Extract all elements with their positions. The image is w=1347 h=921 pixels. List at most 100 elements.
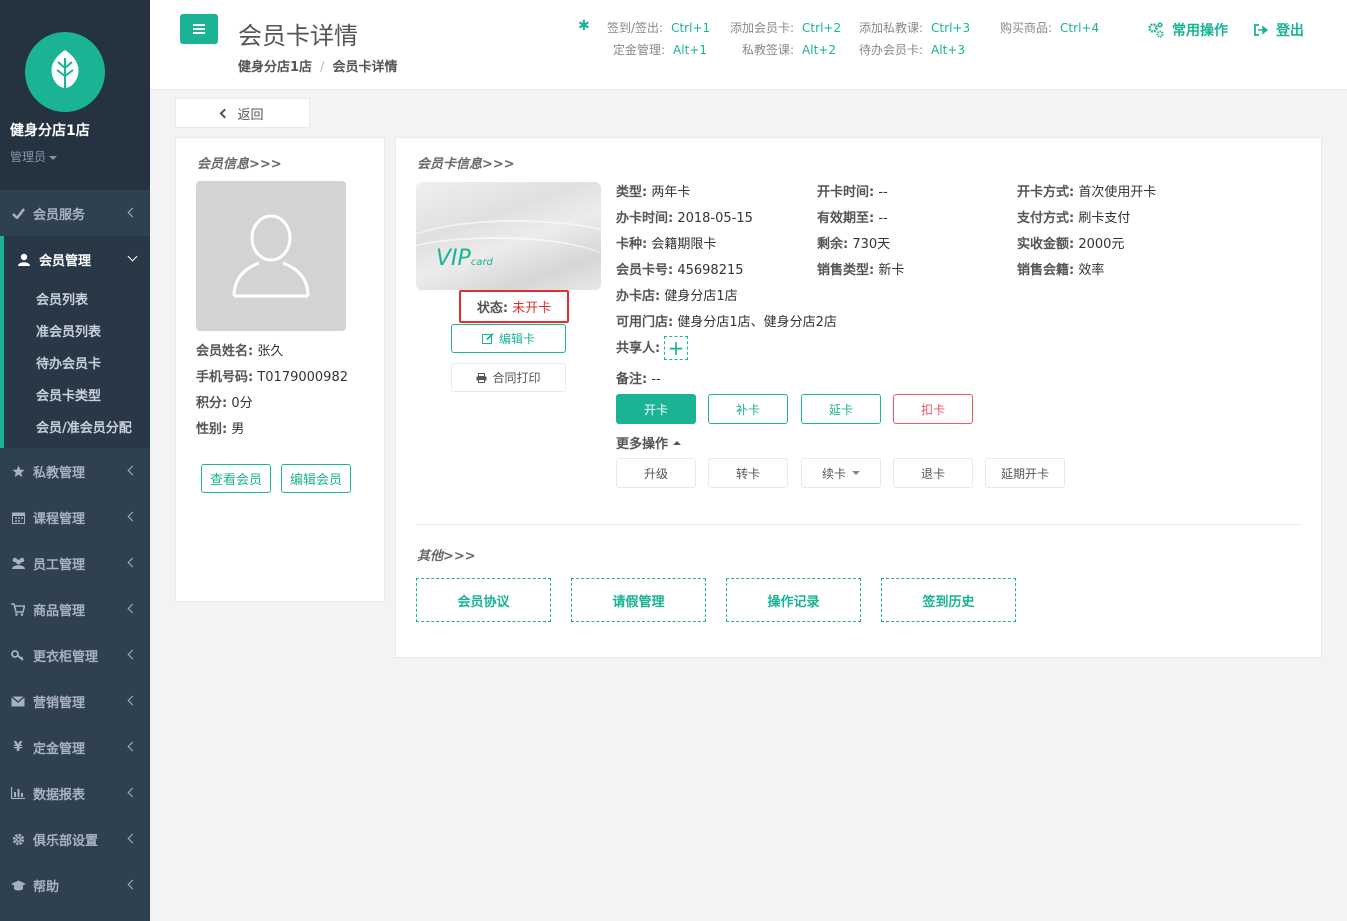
field-issue-time: 办卡时间: 2018-05-15	[616, 211, 753, 226]
status-label: 状态:	[476, 301, 509, 316]
asterisk-icon: ✱	[578, 18, 590, 34]
nav-label: 定金管理	[33, 741, 86, 757]
user-icon	[16, 253, 32, 266]
caret-down-icon	[49, 155, 58, 160]
caret-down-icon	[852, 471, 860, 475]
role-dropdown[interactable]: 管理员	[10, 148, 58, 165]
operation-log-button[interactable]: 操作记录	[726, 578, 861, 622]
refund-card-button[interactable]: 退卡	[893, 458, 973, 488]
edit-icon	[481, 333, 494, 344]
common-ops-button[interactable]: 常用操作	[1148, 20, 1228, 40]
add-sharer-button[interactable]: +	[664, 336, 688, 360]
sub-card-types[interactable]: 会员卡类型	[4, 378, 150, 410]
chevron-left-icon	[127, 787, 138, 798]
open-card-button[interactable]: 开卡	[616, 394, 696, 424]
user-placeholder-icon	[232, 214, 310, 298]
chevron-left-icon	[220, 108, 230, 118]
nav-label: 数据报表	[33, 787, 86, 803]
chevron-left-icon	[127, 557, 138, 568]
section-divider	[416, 524, 1300, 525]
nav-club-settings[interactable]: 俱乐部设置	[0, 816, 150, 862]
chevron-down-icon	[127, 251, 138, 262]
renew-card-label: 续卡	[821, 466, 846, 481]
member-name: 张久	[257, 344, 284, 359]
field-sharer: 共享人:	[616, 341, 661, 356]
nav-label: 员工管理	[33, 557, 86, 573]
logout-label: 登出	[1276, 23, 1304, 39]
view-member-button[interactable]: 查看会员	[201, 464, 271, 493]
reissue-card-button[interactable]: 补卡	[708, 394, 788, 424]
print-contract-label: 合同打印	[492, 371, 541, 385]
chevron-left-icon	[127, 833, 138, 844]
key-icon	[10, 649, 26, 661]
member-phone: T0179000982	[257, 370, 348, 385]
nav-staff[interactable]: 员工管理	[0, 540, 150, 586]
sub-member-list[interactable]: 会员列表	[4, 282, 150, 314]
sub-member-assign[interactable]: 会员/准会员分配	[4, 410, 150, 442]
breadcrumb: 健身分店1店 / 会员卡详情	[238, 56, 397, 75]
nav-marketing[interactable]: 营销管理	[0, 678, 150, 724]
extend-card-button[interactable]: 延卡	[801, 394, 881, 424]
more-ops-label: 更多操作	[616, 437, 669, 452]
member-points-row: 积分: 0分	[196, 396, 253, 411]
menu-toggle-button[interactable]	[180, 14, 218, 44]
shortcut-buy-goods: 购买商品: Ctrl+4	[1000, 21, 1100, 35]
field-kind: 卡种: 会籍期限卡	[616, 237, 717, 252]
cogs-icon	[1148, 22, 1164, 38]
nav-deposit[interactable]: ¥ 定金管理	[0, 724, 150, 770]
field-stores: 可用门店: 健身分店1店、健身分店2店	[616, 315, 837, 330]
card-info-panel: 会员卡信息>>> VIPcard 状态: 未开卡 编辑卡 合同打印 类型: 两年卡…	[395, 137, 1322, 658]
more-ops-toggle[interactable]: 更多操作	[616, 433, 682, 452]
vip-card-label: VIPcard	[436, 246, 493, 271]
nav-course[interactable]: 课程管理	[0, 494, 150, 540]
other-section-title: 其他>>>	[417, 549, 476, 564]
nav-goods[interactable]: 商品管理	[0, 586, 150, 632]
edit-member-button[interactable]: 编辑会员	[281, 464, 351, 493]
nav-label: 课程管理	[33, 511, 86, 527]
envelope-icon	[10, 695, 26, 707]
member-avatar	[196, 181, 346, 331]
nav-private-training[interactable]: 私教管理	[0, 448, 150, 494]
nav-member-management[interactable]: 会员管理	[4, 236, 150, 282]
sub-prospect-list[interactable]: 准会员列表	[4, 314, 150, 346]
checkin-history-button[interactable]: 签到历史	[881, 578, 1016, 622]
edit-card-button[interactable]: 编辑卡	[451, 324, 566, 353]
chevron-left-icon	[127, 879, 138, 890]
plus-icon: +	[667, 336, 685, 360]
field-sales-rep: 销售会籍: 效率	[1017, 263, 1105, 278]
logout-button[interactable]: 登出	[1254, 20, 1304, 40]
nav-locker[interactable]: 更衣柜管理	[0, 632, 150, 678]
sidebar-profile: 健身分店1店 管理员	[0, 0, 150, 190]
nav-label: 私教管理	[33, 465, 86, 481]
chevron-left-icon	[127, 465, 138, 476]
field-pay-mode: 支付方式: 刷卡支付	[1017, 211, 1131, 226]
renew-card-dropdown[interactable]: 续卡	[801, 458, 881, 488]
field-card-no: 会员卡号: 45698215	[616, 263, 744, 278]
back-label: 返回	[237, 107, 264, 123]
delay-open-button[interactable]: 延期开卡	[985, 458, 1065, 488]
member-phone-row: 手机号码: T0179000982	[196, 370, 348, 385]
cart-icon	[10, 602, 26, 616]
back-button[interactable]: 返回	[175, 98, 310, 128]
nav-member-service[interactable]: 会员服务	[0, 190, 150, 236]
users-icon	[10, 557, 26, 569]
field-open-mode: 开卡方式: 首次使用开卡	[1017, 185, 1157, 200]
nav-help[interactable]: 帮助	[0, 862, 150, 908]
nav-reports[interactable]: 数据报表	[0, 770, 150, 816]
field-amount: 实收金额: 2000元	[1017, 237, 1125, 252]
store-name: 健身分店1店	[10, 123, 90, 139]
nav-label: 会员管理	[39, 253, 92, 269]
leave-management-button[interactable]: 请假管理	[571, 578, 706, 622]
transfer-card-button[interactable]: 转卡	[708, 458, 788, 488]
breadcrumb-store[interactable]: 健身分店1店	[238, 60, 312, 75]
yen-icon: ¥	[13, 739, 23, 755]
sub-pending-cards[interactable]: 待办会员卡	[4, 346, 150, 378]
page-title: 会员卡详情	[238, 22, 358, 50]
deduct-card-button[interactable]: 扣卡	[893, 394, 973, 424]
field-sale-type: 销售类型: 新卡	[817, 263, 905, 278]
print-contract-button[interactable]: 合同打印	[451, 363, 566, 392]
shortcut-deposit: 定金管理: Alt+1	[613, 43, 707, 57]
member-agreement-button[interactable]: 会员协议	[416, 578, 551, 622]
member-section-title: 会员信息>>>	[197, 157, 282, 172]
upgrade-button[interactable]: 升级	[616, 458, 696, 488]
